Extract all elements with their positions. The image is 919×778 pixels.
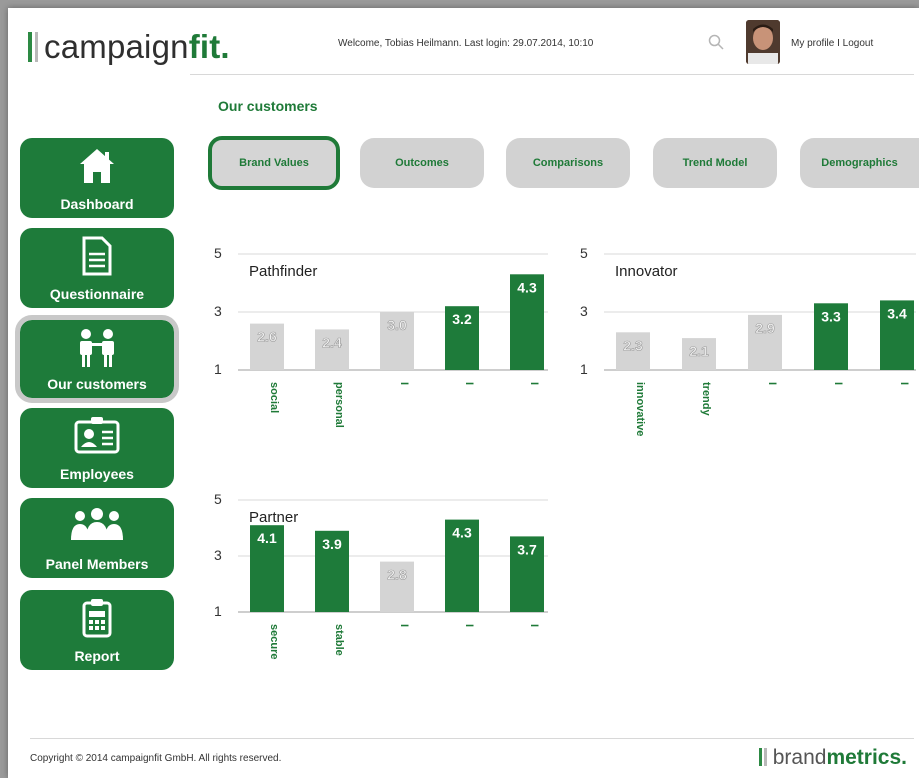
document-icon xyxy=(82,236,112,276)
sidebar-item-label: Panel Members xyxy=(45,556,149,572)
sidebar-item-dashboard[interactable]: Dashboard xyxy=(20,138,174,218)
y-tick-label: 1 xyxy=(580,361,588,377)
tab-comparisons[interactable]: Comparisons xyxy=(506,138,630,188)
logo-mark-grey xyxy=(35,32,38,62)
campaignfit-logo[interactable]: campaignfit. xyxy=(28,28,230,66)
chart-title: Innovator xyxy=(615,263,678,280)
category-label: I xyxy=(463,382,475,385)
category-label: I xyxy=(898,382,910,385)
sidebar-item-questionnaire[interactable]: Questionnaire xyxy=(20,228,174,308)
y-tick-label: 5 xyxy=(214,245,222,261)
bar-value-label: 3.0 xyxy=(387,317,407,333)
bar-value-label: 3.3 xyxy=(821,308,841,324)
category-label: I xyxy=(398,382,410,385)
category-label: trendy xyxy=(700,382,712,417)
y-tick-label: 3 xyxy=(580,303,588,319)
logo-text-accent: fit. xyxy=(188,28,230,65)
category-label: I xyxy=(398,624,410,627)
category-label: I xyxy=(832,382,844,385)
brandmetrics-mark-grey xyxy=(763,748,767,766)
category-label: I xyxy=(766,382,778,385)
bar-value-label: 4.1 xyxy=(257,530,277,546)
category-label: stable xyxy=(333,624,345,656)
bar-value-label: 4.3 xyxy=(517,279,537,295)
category-label: I xyxy=(528,624,540,627)
bar-value-label: 2.8 xyxy=(387,567,407,583)
footer-divider xyxy=(30,738,914,739)
tab-trend-model[interactable]: Trend Model xyxy=(653,138,777,188)
category-label: social xyxy=(268,382,280,413)
tab-outcomes[interactable]: Outcomes xyxy=(360,138,484,188)
chart-title: Pathfinder xyxy=(249,263,317,280)
bar-value-label: 4.3 xyxy=(452,525,472,541)
brandmetrics-mark xyxy=(758,748,762,766)
category-label: I xyxy=(463,624,475,627)
y-tick-label: 3 xyxy=(214,303,222,319)
tab-demographics[interactable]: Demographics xyxy=(800,138,919,188)
sidebar-item-label: Our customers xyxy=(47,376,147,392)
category-label: innovative xyxy=(634,382,646,436)
app-frame: campaignfit. Welcome, Tobias Heilmann. L… xyxy=(8,8,919,778)
bar-value-label: 3.4 xyxy=(887,305,907,321)
bar-value-label: 3.9 xyxy=(322,536,342,552)
brandmetrics-logo[interactable]: brandmetrics. xyxy=(758,746,907,770)
brandmetrics-text-accent: metrics. xyxy=(826,746,907,769)
group-icon xyxy=(71,508,123,540)
header-divider xyxy=(190,74,914,75)
logo-mark xyxy=(28,32,32,62)
sidebar-item-employees[interactable]: Employees xyxy=(20,408,174,488)
copyright-text: Copyright © 2014 campaignfit GmbH. All r… xyxy=(30,753,282,764)
bar-value-label: 3.7 xyxy=(517,541,537,557)
welcome-message: Welcome, Tobias Heilmann. Last login: 29… xyxy=(338,38,594,49)
bar-value-label: 2.1 xyxy=(689,343,709,359)
chart-title: Partner xyxy=(249,509,298,526)
sidebar-item-panel-members[interactable]: Panel Members xyxy=(20,498,174,578)
sidebar-item-our-customers[interactable]: Our customers xyxy=(15,315,179,403)
bar-value-label: 2.3 xyxy=(623,337,643,353)
page-title: Our customers xyxy=(218,98,318,114)
avatar[interactable] xyxy=(746,20,780,64)
brandmetrics-text: brand xyxy=(772,746,827,769)
y-tick-label: 1 xyxy=(214,603,222,619)
id-card-icon xyxy=(74,417,120,454)
clipboard-icon xyxy=(82,599,112,638)
y-tick-label: 1 xyxy=(214,361,222,377)
bar-value-label: 2.9 xyxy=(755,320,775,336)
category-label: personal xyxy=(333,382,345,428)
sidebar-item-label: Questionnaire xyxy=(49,286,145,302)
chart-pathfinder: 1 3 5 Pathfinder 2.6 social 2.4 personal 3.0 I 3.2… xyxy=(214,245,548,428)
profile-links[interactable]: My profile I Logout xyxy=(791,38,873,49)
category-label: I xyxy=(528,382,540,385)
bar-value-label: 2.6 xyxy=(257,329,277,345)
logo-text: campaign xyxy=(44,28,189,65)
chart-innovator: 1 3 5 Innovator 2.3 innovative 2.1 trendy 2.9 I 3.… xyxy=(580,245,916,436)
sidebar-item-label: Employees xyxy=(60,466,134,482)
y-tick-label: 5 xyxy=(580,245,588,261)
bar-value-label: 3.2 xyxy=(452,311,472,327)
y-tick-label: 5 xyxy=(214,491,222,507)
chart-partner: 1 3 5 Partner 4.1 secure 3.9 stable 2.8 I 4.3 I 3.7 I xyxy=(214,491,548,659)
people-icon xyxy=(80,329,114,367)
tab-brand-values[interactable]: Brand Values xyxy=(208,136,340,190)
category-label: secure xyxy=(268,624,280,659)
sidebar-item-label: Dashboard xyxy=(60,196,134,212)
sidebar-item-label: Report xyxy=(74,648,120,664)
home-icon xyxy=(80,149,114,183)
y-tick-label: 3 xyxy=(214,547,222,563)
sidebar-item-report[interactable]: Report xyxy=(20,590,174,670)
search-icon[interactable] xyxy=(708,34,724,50)
bar-value-label: 2.4 xyxy=(322,334,342,350)
